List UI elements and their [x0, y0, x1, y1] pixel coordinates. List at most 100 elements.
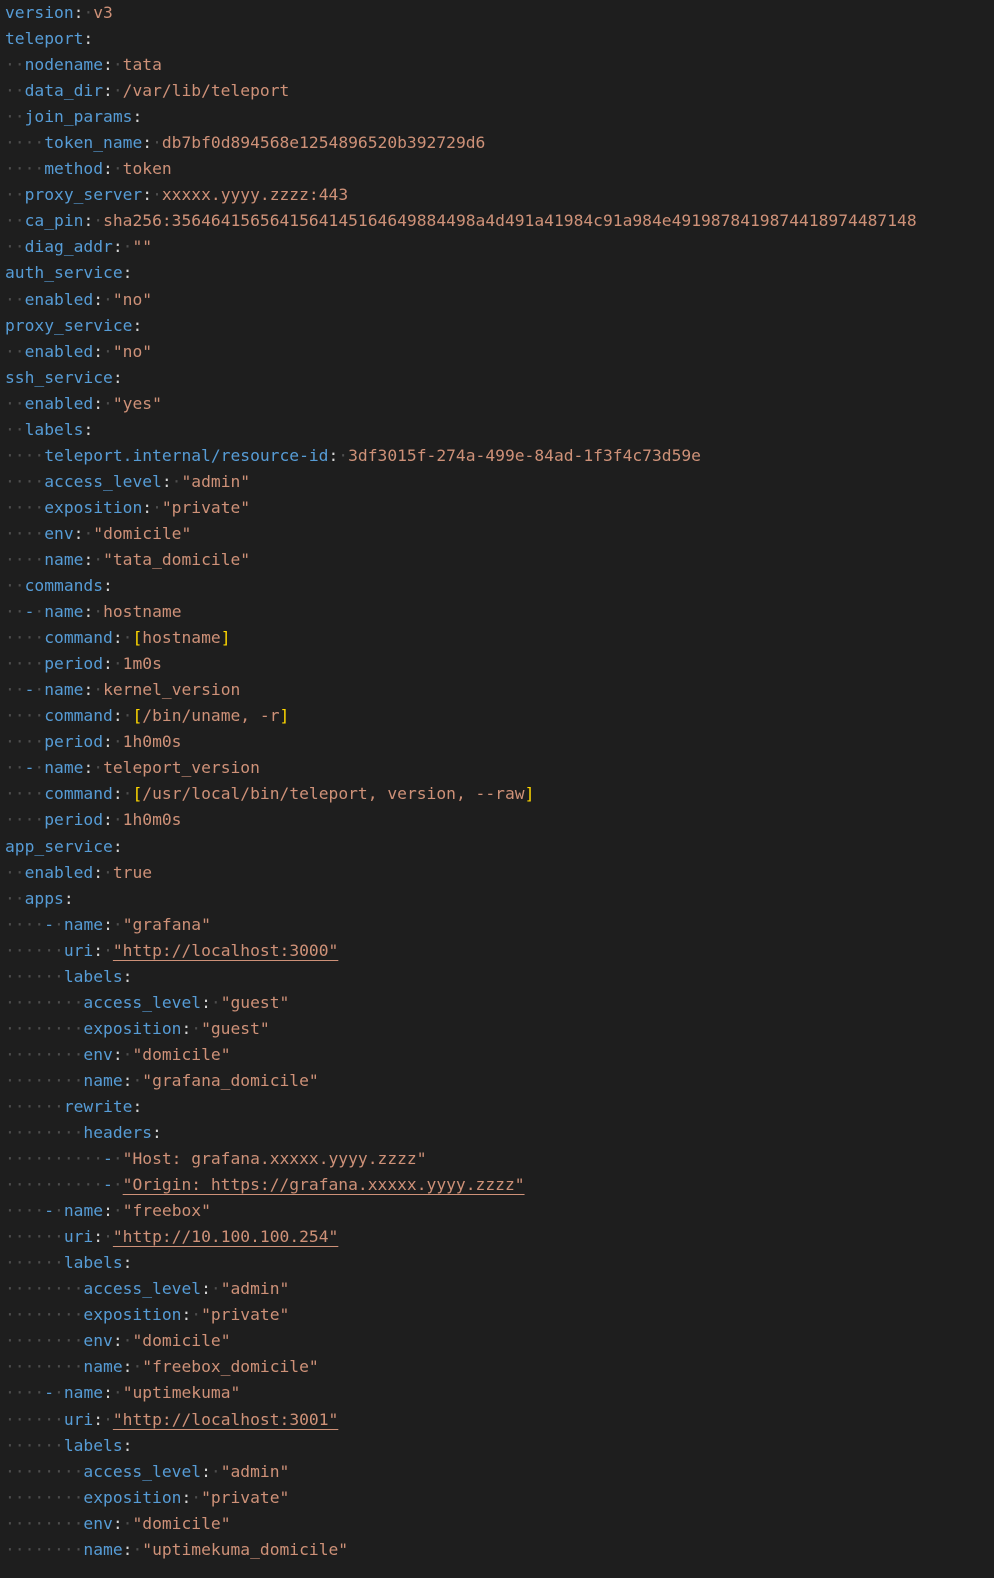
code-line[interactable]: ····-·name:·"freebox" [0, 1198, 994, 1224]
yaml-key: auth_service [5, 263, 123, 283]
code-line[interactable]: ······labels: [0, 964, 994, 990]
colon: : [152, 1123, 162, 1143]
yaml-key: env [83, 1513, 113, 1533]
code-line[interactable]: ········name:·"freebox_domicile" [0, 1354, 994, 1380]
code-line[interactable]: ········access_level:·"admin" [0, 1459, 994, 1485]
code-line[interactable]: ········exposition:·"private" [0, 1485, 994, 1511]
yaml-key: apps [24, 888, 64, 908]
code-line[interactable]: teleport: [0, 26, 994, 52]
code-line[interactable]: ··diag_addr:·"" [0, 234, 994, 260]
code-line[interactable]: ····name:·"tata_domicile" [0, 547, 994, 573]
code-line[interactable]: ········exposition:·"guest" [0, 1016, 994, 1042]
code-line[interactable]: ····command:·[hostname] [0, 625, 994, 651]
whitespace: · [54, 914, 64, 934]
code-line[interactable]: ····env:·"domicile" [0, 521, 994, 547]
yaml-value: v3 [93, 3, 113, 22]
code-line[interactable]: version:·v3 [0, 0, 994, 26]
code-line[interactable]: ····access_level:·"admin" [0, 469, 994, 495]
yaml-value: [/bin/uname, -r] [132, 706, 289, 725]
code-line[interactable]: ··labels: [0, 417, 994, 443]
whitespace: · [112, 914, 123, 934]
whitespace: · [103, 1227, 113, 1247]
code-line[interactable]: ··join_params: [0, 104, 994, 130]
yaml-value-link[interactable]: "http://localhost:3001" [113, 1410, 338, 1429]
code-line[interactable]: ········exposition:·"private" [0, 1302, 994, 1328]
yaml-key: access_level [83, 1279, 202, 1299]
code-line[interactable]: ····command:·[/usr/local/bin/teleport, v… [0, 781, 994, 807]
indent-whitespace: ···· [5, 810, 45, 830]
code-line[interactable]: ··data_dir:·/var/lib/teleport [0, 78, 994, 104]
yaml-key: diag_addr [24, 237, 113, 257]
code-line[interactable]: ··-·name:·teleport_version [0, 755, 994, 781]
code-line[interactable]: ····teleport.internal/resource-id:·3df30… [0, 443, 994, 469]
code-line[interactable]: ····-·name:·"uptimekuma" [0, 1380, 994, 1406]
code-line[interactable]: ········env:·"domicile" [0, 1328, 994, 1354]
code-line[interactable]: ··ca_pin:·sha256:35646415656415641451646… [0, 208, 994, 234]
whitespace: · [210, 1279, 221, 1299]
whitespace: · [122, 784, 133, 804]
yaml-key: name [44, 680, 84, 700]
colon: : [181, 1305, 192, 1325]
code-line[interactable]: ··nodename:·tata [0, 52, 994, 78]
code-line[interactable]: ····period:·1h0m0s [0, 729, 994, 755]
code-line[interactable]: ··enabled:·"yes" [0, 391, 994, 417]
whitespace: · [93, 211, 104, 231]
code-line[interactable]: ········env:·"domicile" [0, 1511, 994, 1537]
code-line[interactable]: ······labels: [0, 1433, 994, 1459]
code-line[interactable]: ········name:·"grafana_domicile" [0, 1068, 994, 1094]
code-line[interactable]: ········access_level:·"admin" [0, 1276, 994, 1302]
code-line[interactable]: auth_service: [0, 260, 994, 286]
code-line[interactable]: ····period:·1m0s [0, 651, 994, 677]
colon: : [122, 1253, 133, 1273]
code-line[interactable]: ··········-·"Origin: https://grafana.xxx… [0, 1172, 994, 1198]
yaml-value-link[interactable]: "http://localhost:3000" [113, 941, 338, 960]
code-line[interactable]: ··apps: [0, 886, 994, 912]
code-line[interactable]: ····period:·1h0m0s [0, 807, 994, 833]
yaml-key: enabled [24, 289, 94, 309]
code-line[interactable]: ········headers: [0, 1120, 994, 1146]
code-line[interactable]: ········access_level:·"guest" [0, 990, 994, 1016]
code-line[interactable]: ··-·name:·kernel_version [0, 677, 994, 703]
code-line[interactable]: ······uri:·"http://localhost:3001" [0, 1407, 994, 1433]
code-line[interactable]: ··enabled:·true [0, 860, 994, 886]
indent-whitespace: ·· [5, 888, 25, 908]
code-line[interactable]: ··commands: [0, 573, 994, 599]
colon: : [328, 445, 339, 465]
whitespace: · [152, 497, 162, 517]
code-line[interactable]: ··enabled:·"no" [0, 339, 994, 365]
whitespace: · [191, 1018, 202, 1038]
code-line[interactable]: ····command:·[/bin/uname, -r] [0, 703, 994, 729]
whitespace: · [112, 1149, 123, 1169]
yaml-value-link[interactable]: "Origin: https://grafana.xxxxx.yyyy.zzzz… [123, 1175, 525, 1194]
code-line[interactable]: ··enabled:·"no" [0, 287, 994, 313]
code-line[interactable]: ····exposition:·"private" [0, 495, 994, 521]
code-line[interactable]: ····-·name:·"grafana" [0, 912, 994, 938]
code-line[interactable]: ····method:·token [0, 156, 994, 182]
yaml-value-link[interactable]: "http://10.100.100.254" [113, 1227, 338, 1246]
indent-whitespace: ·· [5, 81, 25, 101]
code-line[interactable]: ··proxy_server:·xxxxx.yyyy.zzzz:443 [0, 182, 994, 208]
code-line[interactable]: ····token_name:·db7bf0d894568e1254896520… [0, 130, 994, 156]
code-line[interactable]: ······labels: [0, 1250, 994, 1276]
code-line[interactable]: proxy_service: [0, 313, 994, 339]
code-line[interactable]: app_service: [0, 834, 994, 860]
colon: : [112, 1044, 123, 1064]
yaml-key: enabled [24, 393, 94, 413]
code-line[interactable]: ······rewrite: [0, 1094, 994, 1120]
code-line[interactable]: ········env:·"domicile" [0, 1042, 994, 1068]
yaml-key: commands [24, 576, 104, 596]
code-editor[interactable]: version:·v3 teleport: ··nodename:·tata ··da… [0, 0, 994, 1578]
yaml-key: period [44, 810, 104, 830]
code-line[interactable]: ········name:·"uptimekuma_domicile" [0, 1537, 994, 1563]
colon: : [83, 680, 94, 700]
code-line[interactable]: ······uri:·"http://localhost:3000" [0, 938, 994, 964]
yaml-key: data_dir [24, 81, 104, 101]
code-line[interactable]: ··········-·"Host: grafana.xxxxx.yyyy.zz… [0, 1146, 994, 1172]
bracket-close: ] [220, 628, 231, 648]
code-line[interactable]: ssh_service: [0, 365, 994, 391]
whitespace: · [93, 680, 104, 700]
bracket-open: [ [132, 706, 143, 726]
yaml-key: teleport.internal/resource-id [44, 445, 329, 465]
code-line[interactable]: ······uri:·"http://10.100.100.254" [0, 1224, 994, 1250]
code-line[interactable]: ··-·name:·hostname [0, 599, 994, 625]
